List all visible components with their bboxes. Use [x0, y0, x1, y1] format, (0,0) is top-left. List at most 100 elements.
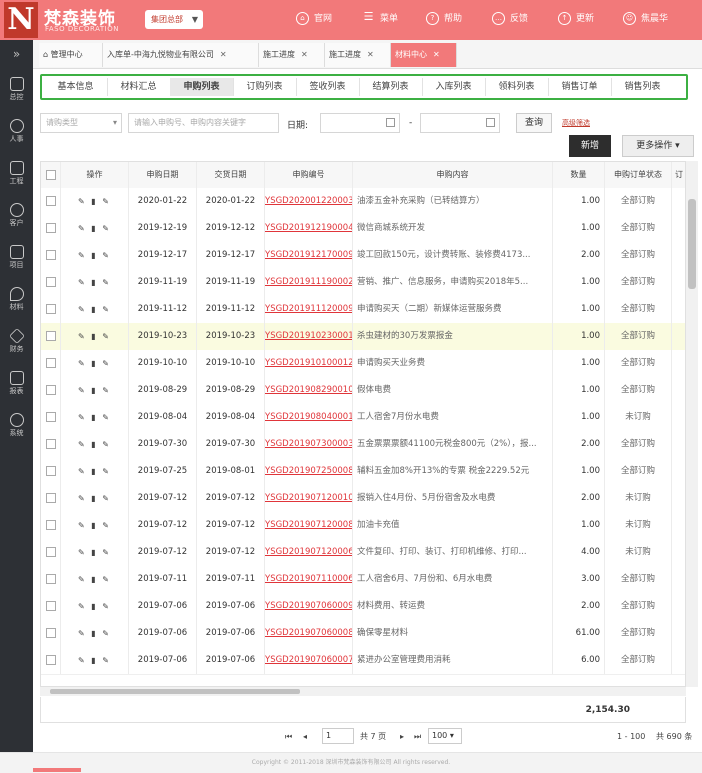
- checkbox[interactable]: [45, 249, 56, 260]
- subtab-requisition-list[interactable]: 申购列表: [170, 78, 234, 96]
- attach-icon[interactable]: ✎: [102, 656, 111, 665]
- table-row[interactable]: ✎ ▮ ✎ 2019-07-06 2019-07-06 YSGD20190706000…: [41, 620, 685, 648]
- attach-icon[interactable]: ✎: [102, 359, 111, 368]
- tab-material-center[interactable]: 材料中心 ✕: [391, 43, 457, 67]
- table-row[interactable]: ✎ ▮ ✎ 2019-12-19 2019-12-12 YSGD20191219000…: [41, 215, 685, 243]
- table-row[interactable]: ✎ ▮ ✎ 2019-07-12 2019-07-12 YSGD20190712000…: [41, 539, 685, 567]
- table-row[interactable]: ✎ ▮ ✎ 2019-10-10 2019-10-10 YSGD20191010001…: [41, 350, 685, 378]
- subtab-basic-info[interactable]: 基本信息: [44, 78, 108, 96]
- req-code-link[interactable]: YSGD201907120010: [265, 493, 352, 503]
- table-row[interactable]: ✎ ▮ ✎ 2019-08-29 2019-08-29 YSGD20190829001…: [41, 377, 685, 405]
- vertical-scrollbar[interactable]: [686, 161, 698, 687]
- edit-icon[interactable]: ✎: [78, 602, 87, 611]
- checkbox[interactable]: [45, 546, 56, 557]
- sidebar-toggle-icon[interactable]: »: [0, 40, 33, 68]
- more-actions-button[interactable]: 更多操作 ▾: [622, 135, 694, 157]
- row-checkbox[interactable]: [41, 215, 61, 242]
- row-checkbox[interactable]: [41, 323, 61, 350]
- checkbox[interactable]: [45, 465, 56, 476]
- trash-icon[interactable]: ▮: [91, 278, 97, 287]
- trash-icon[interactable]: ▮: [91, 629, 97, 638]
- calendar-icon[interactable]: [386, 118, 395, 127]
- req-code-link[interactable]: YSGD201910230001: [265, 331, 352, 341]
- table-row[interactable]: ✎ ▮ ✎ 2019-07-12 2019-07-12 YSGD20190712001…: [41, 485, 685, 513]
- attach-icon[interactable]: ✎: [102, 413, 111, 422]
- req-code-link[interactable]: YSGD202001220003: [265, 196, 352, 206]
- table-row[interactable]: ✎ ▮ ✎ 2019-11-19 2019-11-19 YSGD20191119000…: [41, 269, 685, 297]
- checkbox[interactable]: [45, 600, 56, 611]
- attach-icon[interactable]: ✎: [102, 548, 111, 557]
- horizontal-scrollbar[interactable]: [40, 687, 686, 696]
- req-code-link[interactable]: YSGD201907120008: [265, 520, 352, 530]
- query-button[interactable]: 查询: [516, 113, 552, 133]
- sidebar-item-items[interactable]: 项目: [0, 242, 33, 280]
- table-row[interactable]: ✎ ▮ ✎ 2019-07-06 2019-07-06 YSGD20190706000…: [41, 647, 685, 675]
- attach-icon[interactable]: ✎: [102, 467, 111, 476]
- sidebar-item-report[interactable]: 报表: [0, 368, 33, 406]
- row-checkbox[interactable]: [41, 188, 61, 215]
- group-select[interactable]: 集团总部 ▼: [145, 10, 203, 29]
- col-header-req-date[interactable]: 申购日期: [129, 162, 197, 188]
- sidebar-item-material[interactable]: 材料: [0, 284, 33, 322]
- req-code-link[interactable]: YSGD201907110006: [265, 574, 352, 584]
- trash-icon[interactable]: ▮: [91, 332, 97, 341]
- attach-icon[interactable]: ✎: [102, 602, 111, 611]
- scroll-thumb[interactable]: [688, 199, 696, 289]
- table-row[interactable]: ✎ ▮ ✎ 2019-07-11 2019-07-11 YSGD20190711000…: [41, 566, 685, 594]
- req-code-link[interactable]: YSGD201912190004: [265, 223, 352, 233]
- scroll-thumb[interactable]: [50, 689, 300, 694]
- row-checkbox[interactable]: [41, 269, 61, 296]
- sidebar-item-customer[interactable]: 客户: [0, 200, 33, 238]
- attach-icon[interactable]: ✎: [102, 440, 111, 449]
- col-header-req-code[interactable]: 申购编号: [265, 162, 353, 188]
- edit-icon[interactable]: ✎: [78, 197, 87, 206]
- subtab-receipt-list[interactable]: 签收列表: [296, 78, 360, 96]
- trash-icon[interactable]: ▮: [91, 548, 97, 557]
- sidebar-item-hr[interactable]: 人事: [0, 116, 33, 154]
- edit-icon[interactable]: ✎: [78, 575, 87, 584]
- trash-icon[interactable]: ▮: [91, 305, 97, 314]
- attach-icon[interactable]: ✎: [102, 332, 111, 341]
- col-header-qty[interactable]: 数量: [553, 162, 605, 188]
- trash-icon[interactable]: ▮: [91, 359, 97, 368]
- subtab-picking-list[interactable]: 领料列表: [485, 78, 549, 96]
- checkbox[interactable]: [45, 195, 56, 206]
- col-header-content[interactable]: 申购内容: [353, 162, 553, 188]
- checkbox[interactable]: [45, 330, 56, 341]
- row-checkbox[interactable]: [41, 350, 61, 377]
- edit-icon[interactable]: ✎: [78, 521, 87, 530]
- attach-icon[interactable]: ✎: [102, 629, 111, 638]
- table-row[interactable]: ✎ ▮ ✎ 2019-12-17 2019-12-17 YSGD20191217000…: [41, 242, 685, 270]
- trash-icon[interactable]: ▮: [91, 467, 97, 476]
- edit-icon[interactable]: ✎: [78, 548, 87, 557]
- tab-progress-2[interactable]: 施工进度 ✕: [325, 43, 391, 67]
- close-icon[interactable]: ✕: [367, 50, 374, 59]
- attach-icon[interactable]: ✎: [102, 251, 111, 260]
- table-row[interactable]: ✎ ▮ ✎ 2019-07-12 2019-07-12 YSGD20190712000…: [41, 512, 685, 540]
- edit-icon[interactable]: ✎: [78, 305, 87, 314]
- sidebar-item-dashboard[interactable]: 总控: [0, 74, 33, 112]
- col-header-order[interactable]: 订: [672, 162, 685, 188]
- req-code-link[interactable]: YSGD201907060008: [265, 628, 352, 638]
- req-code-link[interactable]: YSGD201911190002: [265, 277, 352, 287]
- table-row[interactable]: ✎ ▮ ✎ 2019-11-12 2019-11-12 YSGD20191112000…: [41, 296, 685, 324]
- checkbox[interactable]: [45, 276, 56, 287]
- sidebar-item-system[interactable]: 系统: [0, 410, 33, 448]
- edit-icon[interactable]: ✎: [78, 278, 87, 287]
- req-code-link[interactable]: YSGD201907060009: [265, 601, 352, 611]
- nav-user[interactable]: ☺ 焦晨华: [623, 8, 668, 30]
- checkbox[interactable]: [45, 384, 56, 395]
- attach-icon[interactable]: ✎: [102, 386, 111, 395]
- subtab-order-list[interactable]: 订购列表: [233, 78, 297, 96]
- trash-icon[interactable]: ▮: [91, 602, 97, 611]
- checkbox[interactable]: [45, 222, 56, 233]
- subtab-sales-order[interactable]: 销售订单: [548, 78, 612, 96]
- table-row[interactable]: ✎ ▮ ✎ 2019-10-23 2019-10-23 YSGD20191023000…: [41, 323, 685, 351]
- trash-icon[interactable]: ▮: [91, 494, 97, 503]
- edit-icon[interactable]: ✎: [78, 494, 87, 503]
- trash-icon[interactable]: ▮: [91, 224, 97, 233]
- nav-help[interactable]: ? 帮助: [426, 8, 462, 30]
- trash-icon[interactable]: ▮: [91, 251, 97, 260]
- row-checkbox[interactable]: [41, 404, 61, 431]
- date-start-input[interactable]: [320, 113, 400, 133]
